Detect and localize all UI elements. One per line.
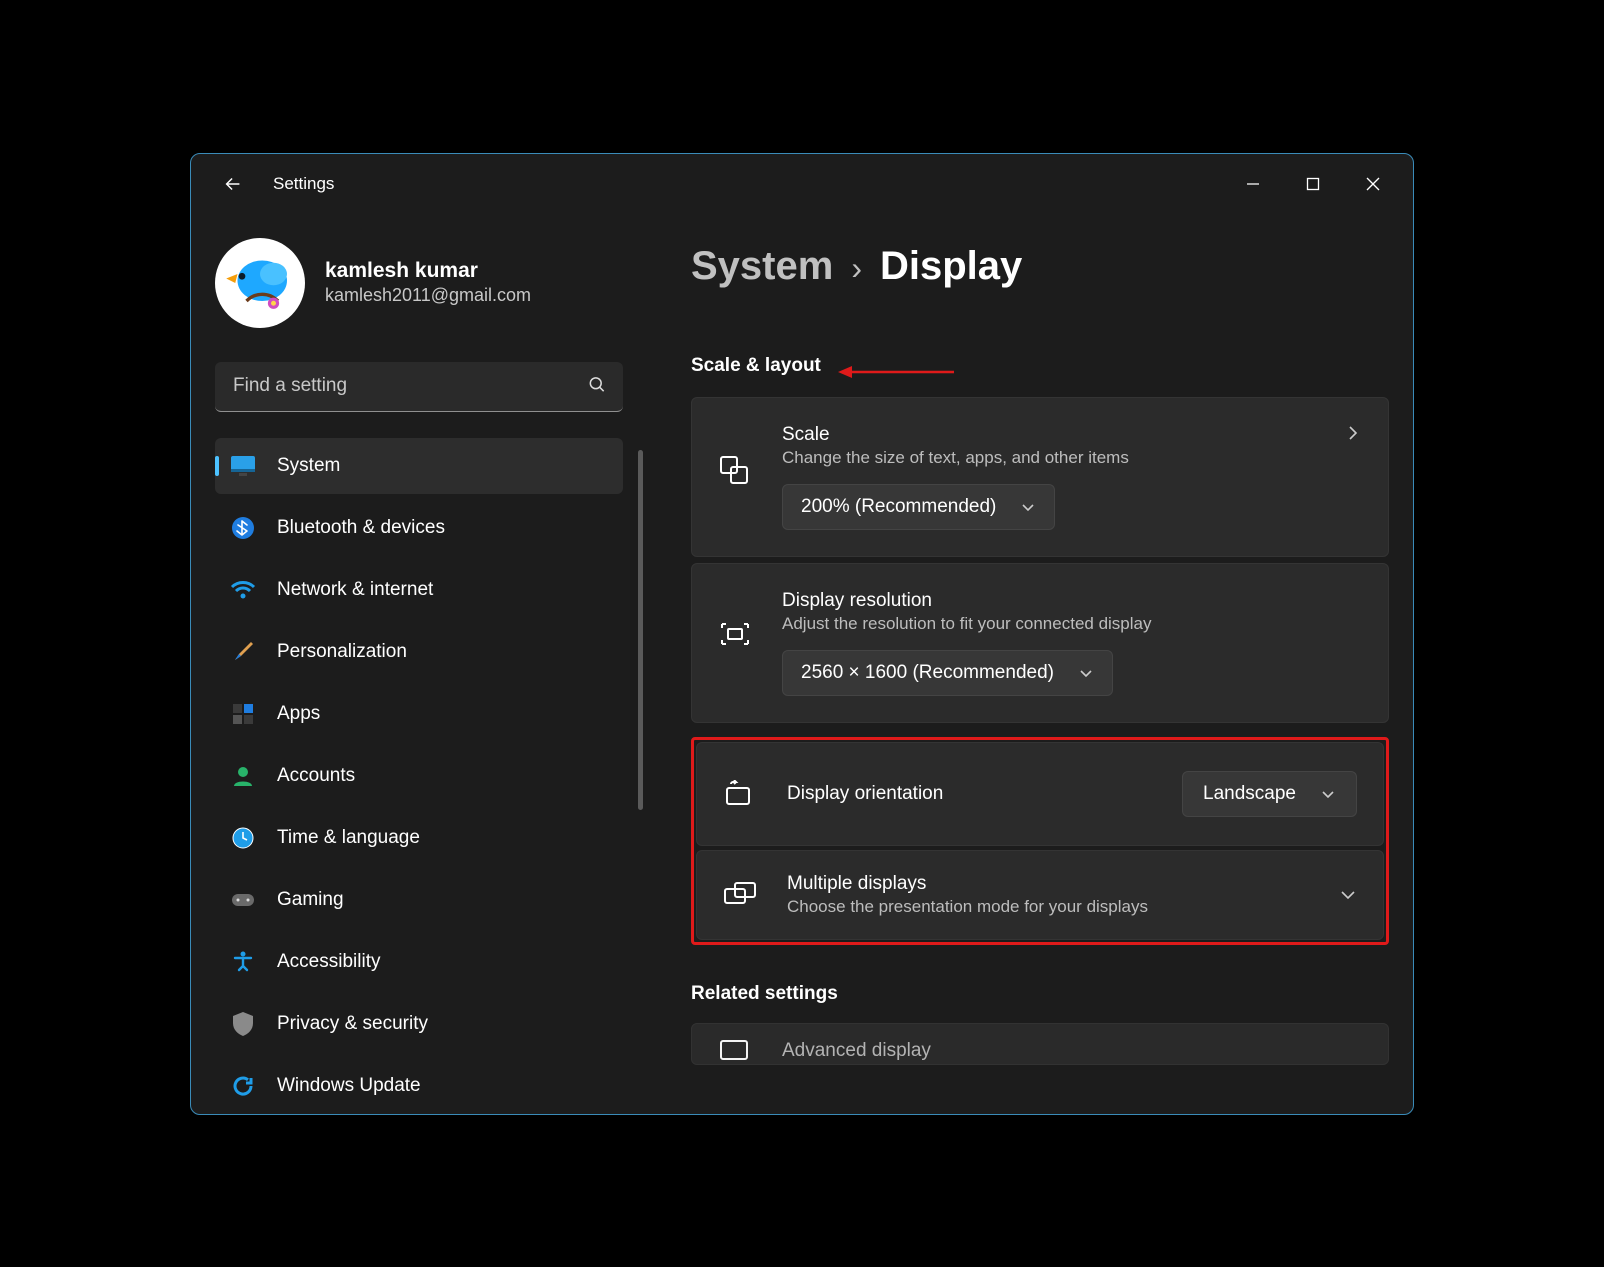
close-button[interactable] [1343,164,1403,204]
annotation-highlight-box: Display orientation Landscape Multiple d… [691,737,1389,945]
apps-icon [229,700,257,728]
profile-email: kamlesh2011@gmail.com [325,285,531,306]
card-advanced-display[interactable]: Advanced display [691,1023,1389,1065]
system-icon [229,452,257,480]
nav-personalization[interactable]: Personalization [215,624,623,680]
scale-title: Scale [782,424,1330,446]
bluetooth-icon [229,514,257,542]
close-icon [1366,177,1380,191]
nav-accessibility[interactable]: Accessibility [215,934,623,990]
card-resolution[interactable]: Display resolution Adjust the resolution… [691,563,1389,723]
section-related-heading: Related settings [691,983,838,1005]
wifi-icon [229,576,257,604]
update-icon [229,1072,257,1100]
nav-label: Accessibility [277,951,380,973]
chevron-right-icon: › [851,250,862,287]
gamepad-icon [229,886,257,914]
nav-label: Apps [277,703,320,725]
breadcrumb-parent[interactable]: System [691,244,833,289]
advanced-display-icon [718,1038,766,1064]
breadcrumb: System › Display [691,244,1389,289]
orientation-select[interactable]: Landscape [1182,771,1357,817]
search-input[interactable] [215,362,623,412]
arrow-left-icon [222,173,244,195]
person-icon [229,762,257,790]
chevron-down-icon [1339,886,1357,904]
orientation-select-value: Landscape [1203,783,1296,805]
card-scale[interactable]: Scale Change the size of text, apps, and… [691,397,1389,557]
maximize-button[interactable] [1283,164,1343,204]
scale-select[interactable]: 200% (Recommended) [782,484,1055,530]
nav-apps[interactable]: Apps [215,686,623,742]
nav-time-language[interactable]: Time & language [215,810,623,866]
paintbrush-icon [229,638,257,666]
scale-expand[interactable] [1344,424,1362,442]
titlebar: Settings [191,154,1413,214]
multiple-expand[interactable] [1339,886,1357,904]
annotation-arrow-icon [836,363,956,381]
maximize-icon [1306,177,1320,191]
nav-gaming[interactable]: Gaming [215,872,623,928]
chevron-down-icon [1078,665,1094,681]
section-scale-layout-heading: Scale & layout [691,355,821,377]
avatar-bird-icon [224,247,296,319]
window-controls [1223,164,1403,204]
app-title: Settings [273,174,334,194]
nav-label: Windows Update [277,1075,421,1097]
profile-block[interactable]: kamlesh kumar kamlesh2011@gmail.com [215,238,623,328]
chevron-right-icon [1344,424,1362,442]
profile-name: kamlesh kumar [325,259,531,283]
nav-label: System [277,455,340,477]
avatar [215,238,305,328]
scale-desc: Change the size of text, apps, and other… [782,448,1330,468]
sidebar-scrollbar[interactable] [638,450,643,810]
resolution-select-value: 2560 × 1600 (Recommended) [801,662,1054,684]
orientation-title: Display orientation [787,783,1182,805]
scale-select-value: 200% (Recommended) [801,496,996,518]
nav-bluetooth[interactable]: Bluetooth & devices [215,500,623,556]
accessibility-icon [229,948,257,976]
nav-label: Network & internet [277,579,433,601]
scale-icon [718,454,766,486]
shield-icon [229,1010,257,1038]
chevron-down-icon [1320,786,1336,802]
main-content: System › Display Scale & layout Scale Ch… [647,214,1413,1114]
orientation-icon [723,780,771,808]
search-wrap [215,362,623,412]
minimize-button[interactable] [1223,164,1283,204]
breadcrumb-current: Display [880,244,1022,289]
nav-accounts[interactable]: Accounts [215,748,623,804]
resolution-title: Display resolution [782,590,1362,612]
chevron-down-icon [1020,499,1036,515]
nav-privacy[interactable]: Privacy & security [215,996,623,1052]
sidebar: kamlesh kumar kamlesh2011@gmail.com Syst… [191,214,647,1114]
nav-label: Time & language [277,827,420,849]
minimize-icon [1246,177,1260,191]
multiple-displays-icon [723,881,771,909]
nav-label: Accounts [277,765,355,787]
card-orientation[interactable]: Display orientation Landscape [696,742,1384,846]
nav-list: System Bluetooth & devices Network & int… [215,438,623,1114]
back-button[interactable] [215,166,251,202]
card-multiple-displays[interactable]: Multiple displays Choose the presentatio… [696,850,1384,940]
resolution-icon [718,620,766,648]
resolution-select[interactable]: 2560 × 1600 (Recommended) [782,650,1113,696]
nav-label: Privacy & security [277,1013,428,1035]
advanced-title: Advanced display [782,1040,1362,1062]
nav-network[interactable]: Network & internet [215,562,623,618]
search-icon [587,374,607,399]
nav-label: Personalization [277,641,407,663]
resolution-desc: Adjust the resolution to fit your connec… [782,614,1362,634]
nav-label: Gaming [277,889,344,911]
nav-windows-update[interactable]: Windows Update [215,1058,623,1114]
nav-label: Bluetooth & devices [277,517,445,539]
multiple-title: Multiple displays [787,873,1325,895]
nav-system[interactable]: System [215,438,623,494]
settings-window: Settings [190,153,1414,1115]
multiple-desc: Choose the presentation mode for your di… [787,897,1325,917]
globe-clock-icon [229,824,257,852]
